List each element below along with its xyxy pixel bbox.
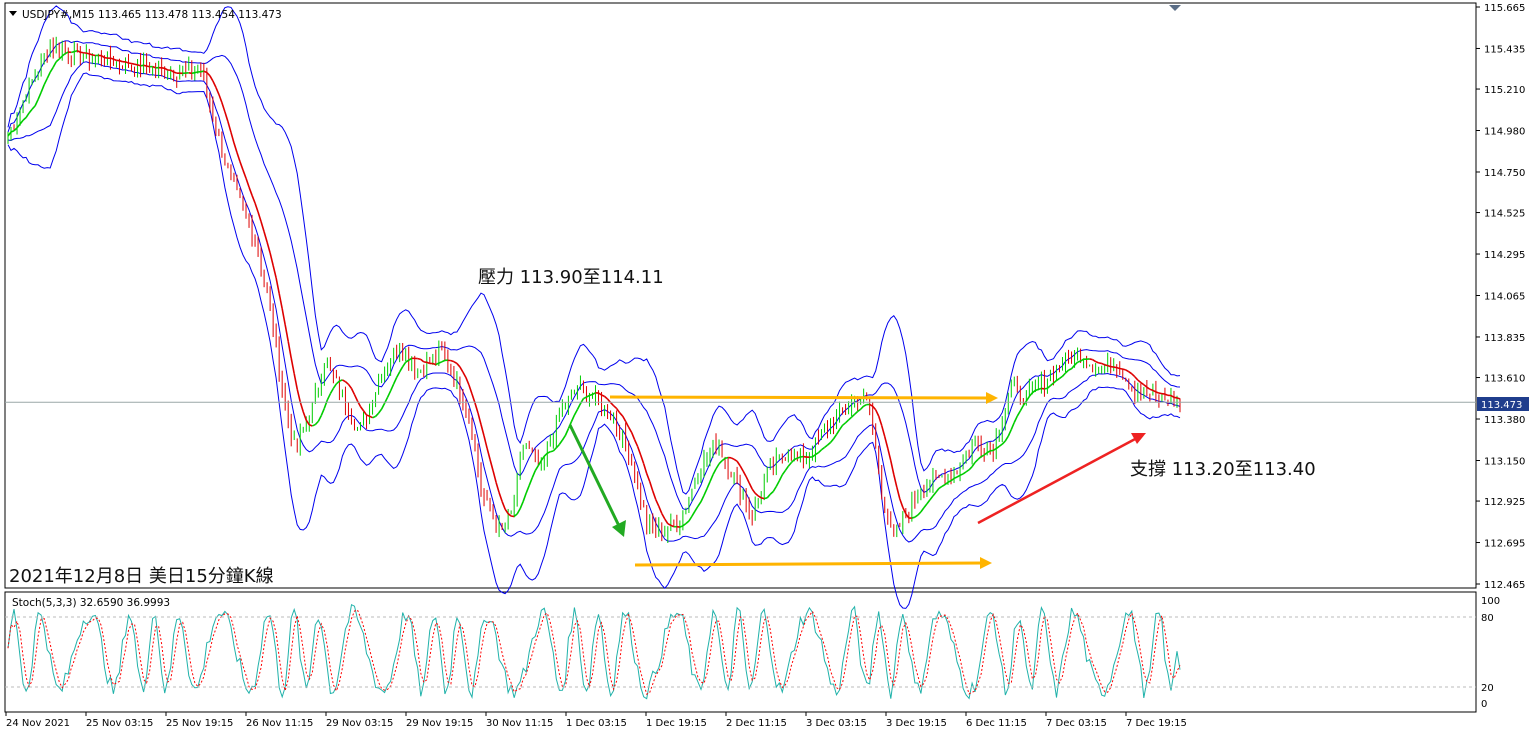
ma-segment (803, 455, 807, 458)
time-tick-label: 1 Dec 19:15 (646, 718, 707, 729)
price-tick-label: 114.295 (1484, 250, 1525, 261)
price-tick-label: 114.065 (1484, 292, 1525, 303)
time-tick-label: 3 Dec 03:15 (806, 718, 867, 729)
ma-segment (80, 51, 84, 54)
ma-segment (339, 379, 343, 382)
ma-segment (450, 359, 455, 363)
time-tick-label: 3 Dec 19:15 (886, 718, 947, 729)
price-tick-label: 113.380 (1484, 415, 1525, 426)
current-price-value: 113.473 (1481, 400, 1522, 411)
ma-segment (1116, 366, 1120, 370)
ma-segment (1107, 364, 1111, 368)
price-tick-label: 113.835 (1484, 333, 1525, 344)
price-tick-label: 112.695 (1484, 539, 1525, 550)
ma-segment (131, 62, 135, 65)
stoch-header: Stoch(5,3,3) 32.6590 36.9993 (12, 597, 170, 609)
time-tick-label: 7 Dec 03:15 (1046, 718, 1107, 729)
ma-segment (86, 52, 90, 55)
time-tick-label: 7 Dec 19:15 (1126, 718, 1187, 729)
ma-segment (194, 71, 198, 74)
ma-segment (1035, 388, 1039, 392)
support-label: 支撐 113.20至113.40 (1130, 459, 1316, 480)
ma-segment (134, 63, 138, 66)
time-tick-label: 29 Nov 03:15 (326, 718, 393, 729)
price-chart: USDJPY#,M15 113.465 113.478 113.454 113.… (4, 2, 1529, 729)
ma-segment (1038, 387, 1042, 391)
ma-segment (426, 361, 431, 365)
ma-segment (143, 64, 147, 67)
price-tick-label: 112.925 (1484, 497, 1525, 508)
time-tick-label: 25 Nov 19:15 (166, 718, 233, 729)
ma-segment (110, 57, 114, 60)
ma-segment (1044, 387, 1048, 390)
ma-segment (74, 49, 78, 53)
ma-segment (911, 516, 916, 519)
time-axis: 24 Nov 2021 25 Nov 03:15 25 Nov 19:15 26 No… (5, 712, 1187, 729)
stoch-tick-label: 20 (1481, 683, 1494, 694)
price-tick-label: 114.980 (1484, 127, 1525, 138)
price-tick-label: 112.465 (1484, 580, 1525, 591)
stoch-tick-label: 0 (1481, 699, 1487, 710)
time-tick-label: 2 Dec 11:15 (726, 718, 787, 729)
ma-segment (550, 450, 554, 453)
ma-segment (1173, 396, 1178, 399)
ma-segment (761, 497, 765, 500)
ma-segment (724, 456, 729, 460)
chart-root: USDJPY#,M15 113.465 113.478 113.454 113.… (0, 0, 1530, 740)
ma-segment (1098, 362, 1102, 365)
time-tick-label: 30 Nov 11:15 (486, 718, 553, 729)
ma-segment (1119, 367, 1123, 370)
ma-segment (797, 456, 801, 459)
ma-segment (191, 71, 195, 75)
price-tick-label: 113.610 (1484, 374, 1525, 385)
time-tick-label: 25 Nov 03:15 (86, 718, 153, 729)
ma-segment (104, 56, 108, 59)
time-tick-label: 6 Dec 11:15 (966, 718, 1027, 729)
ma-segment (1176, 397, 1181, 400)
stoch-axis: 100 80 20 0 (1481, 596, 1500, 710)
symbol-header: USDJPY#,M15 113.465 113.478 113.454 113.… (22, 9, 282, 21)
ma-segment (1122, 368, 1126, 371)
current-price-badge: 113.473 (1477, 397, 1529, 411)
ma-segment (125, 61, 129, 64)
price-tick-label: 114.750 (1484, 168, 1525, 179)
time-tick-label: 24 Nov 2021 (6, 718, 70, 729)
price-tick-label: 115.665 (1484, 3, 1525, 14)
ma-segment (1149, 388, 1154, 392)
ma-segment (89, 53, 93, 56)
price-tick-label: 115.435 (1484, 44, 1525, 55)
ma-segment (1104, 364, 1108, 367)
ma-segment (146, 65, 150, 68)
ma-segment (432, 362, 437, 366)
stoch-tick-label: 80 (1481, 613, 1494, 624)
resistance-label: 壓力 113.90至114.11 (478, 267, 664, 288)
price-axis: 115.665 115.435 115.210 114.980 114.750 114.5… (1476, 3, 1525, 591)
ma-segment (366, 414, 370, 417)
ma-segment (589, 393, 593, 397)
price-tick-label: 115.210 (1484, 85, 1525, 96)
ma-segment (1113, 366, 1117, 369)
stoch-tick-label: 100 (1481, 596, 1500, 607)
ma-segment (92, 54, 96, 57)
ma-segment (200, 70, 204, 73)
ma-segment (173, 71, 177, 74)
ma-segment (152, 65, 156, 69)
ma-segment (137, 64, 141, 67)
ma-segment (119, 59, 123, 63)
ma-segment (71, 50, 75, 54)
ma-segment (1089, 358, 1093, 361)
ma-segment (1155, 391, 1160, 394)
ma-segment (1158, 392, 1163, 395)
ma-segment (764, 497, 768, 500)
time-tick-label: 1 Dec 03:15 (566, 718, 627, 729)
chart-caption: 2021年12月8日 美日15分鐘K線 (9, 566, 274, 587)
price-tick-label: 114.525 (1484, 209, 1525, 220)
ma-segment (308, 424, 313, 427)
time-tick-label: 26 Nov 11:15 (246, 718, 313, 729)
ma-segment (1077, 360, 1081, 363)
price-tick-label: 113.150 (1484, 456, 1525, 467)
stoch-panel-frame (4, 591, 1477, 713)
time-tick-label: 29 Nov 19:15 (406, 718, 473, 729)
ma-segment (417, 357, 421, 361)
